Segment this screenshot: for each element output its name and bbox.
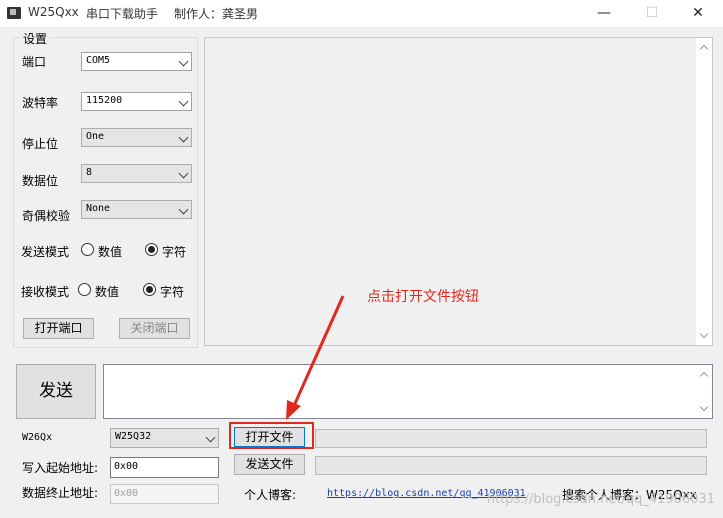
annotation-arrow-shaft: [291, 295, 345, 409]
annotation-text: 点击打开文件按钮: [367, 289, 479, 305]
annotation-arrow-head: [286, 400, 301, 420]
main-window: W25Qxx 串口下载助手 制作人：龚圣男 — ☐ ✕ 设置 端口 COM5 波…: [0, 0, 723, 518]
annotation-arrow: [286, 295, 345, 420]
